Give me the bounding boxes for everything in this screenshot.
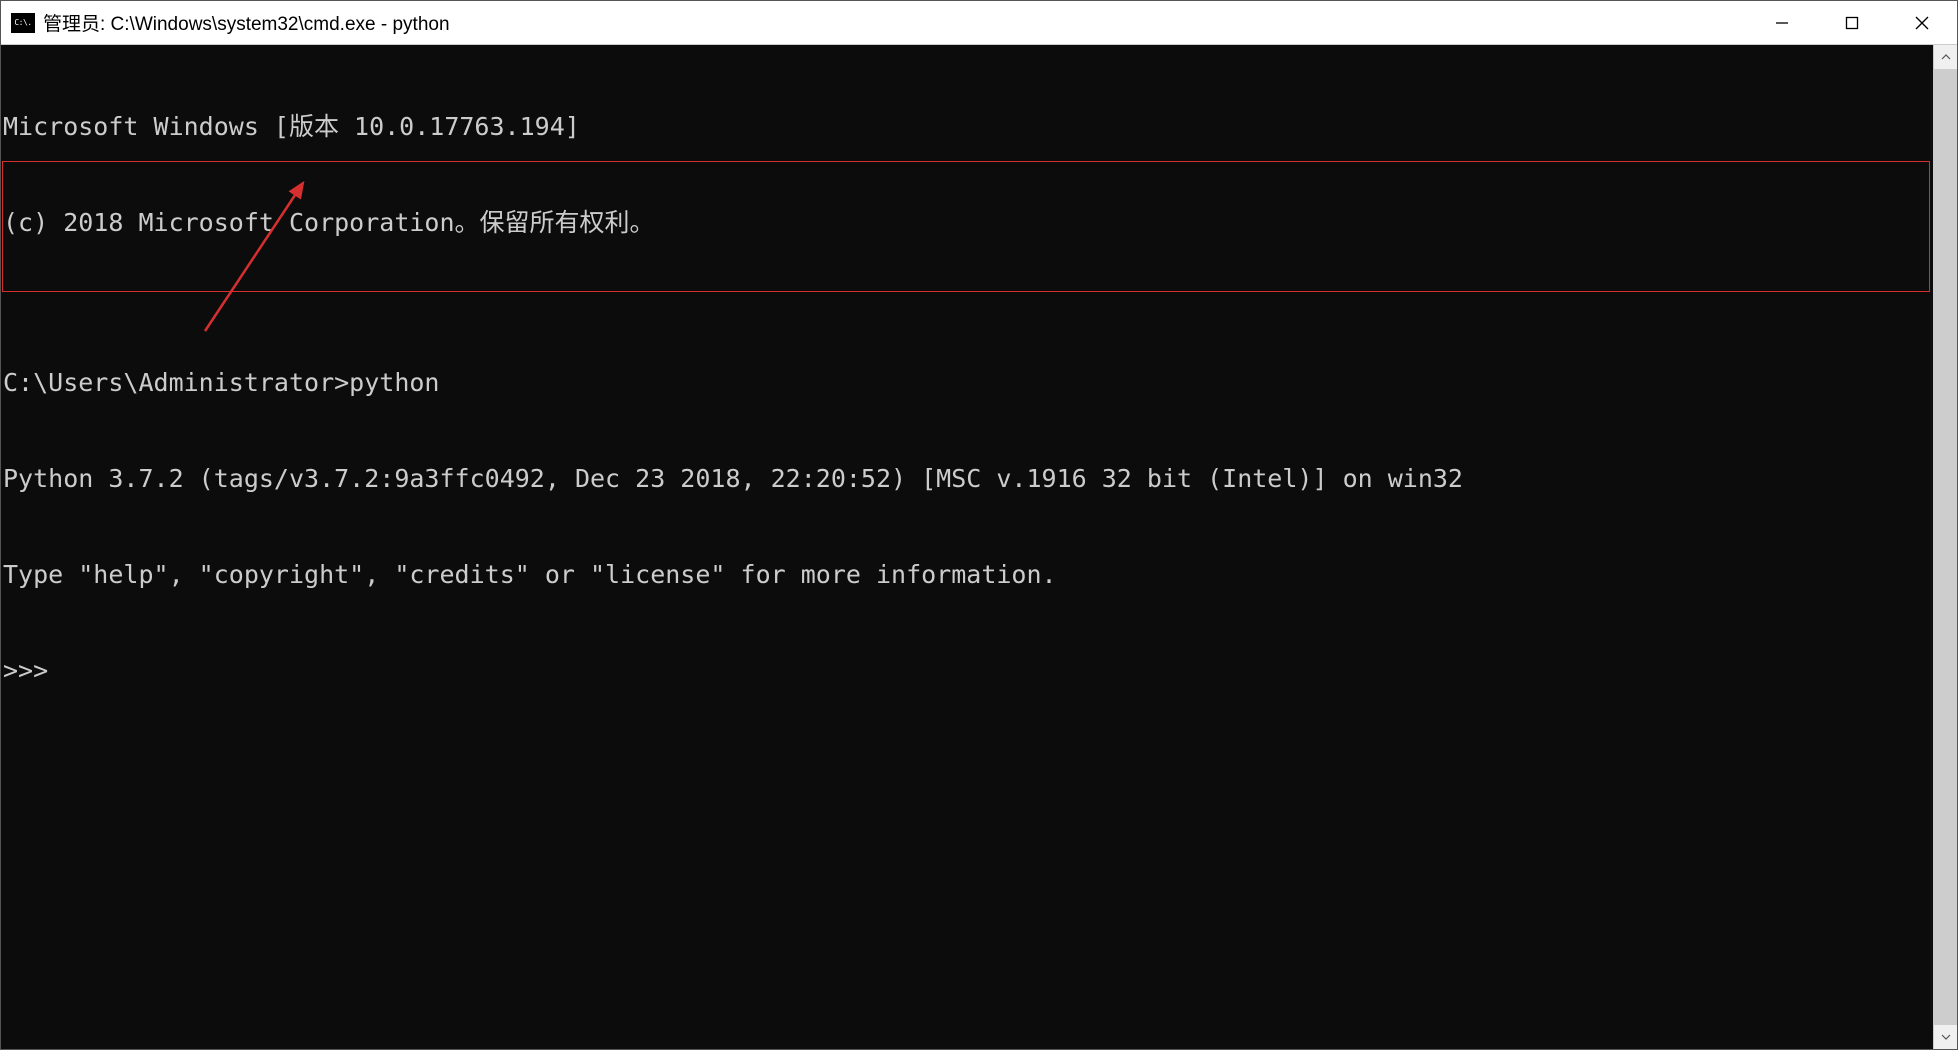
window-title: 管理员: C:\Windows\system32\cmd.exe - pytho… [43,9,1747,36]
terminal-container: Microsoft Windows [版本 10.0.17763.194] (c… [1,45,1957,1049]
minimize-button[interactable] [1747,1,1817,44]
close-icon [1914,15,1930,31]
terminal-line: (c) 2018 Microsoft Corporation。保留所有权利。 [3,207,1933,239]
scroll-thumb[interactable] [1934,69,1957,1025]
window-controls [1747,1,1957,44]
chevron-down-icon [1941,1034,1951,1040]
scroll-track[interactable] [1934,69,1957,1025]
scroll-down-button[interactable] [1934,1025,1957,1049]
scroll-up-button[interactable] [1934,45,1957,69]
cmd-window: C:\. 管理员: C:\Windows\system32\cmd.exe - … [0,0,1958,1050]
terminal-line: Microsoft Windows [版本 10.0.17763.194] [3,111,1933,143]
close-button[interactable] [1887,1,1957,44]
titlebar[interactable]: C:\. 管理员: C:\Windows\system32\cmd.exe - … [1,1,1957,45]
terminal-line: Python 3.7.2 (tags/v3.7.2:9a3ffc0492, De… [3,463,1933,495]
maximize-button[interactable] [1817,1,1887,44]
vertical-scrollbar[interactable] [1933,45,1957,1049]
chevron-up-icon [1941,54,1951,60]
cmd-icon: C:\. [11,13,35,33]
minimize-icon [1775,16,1789,30]
terminal-line: C:\Users\Administrator>python [3,367,1933,399]
maximize-icon [1845,16,1859,30]
terminal-line: Type "help", "copyright", "credits" or "… [3,559,1933,591]
terminal[interactable]: Microsoft Windows [版本 10.0.17763.194] (c… [1,45,1933,1049]
annotation-arrow [1,45,1933,1049]
terminal-prompt: >>> [3,655,1933,687]
